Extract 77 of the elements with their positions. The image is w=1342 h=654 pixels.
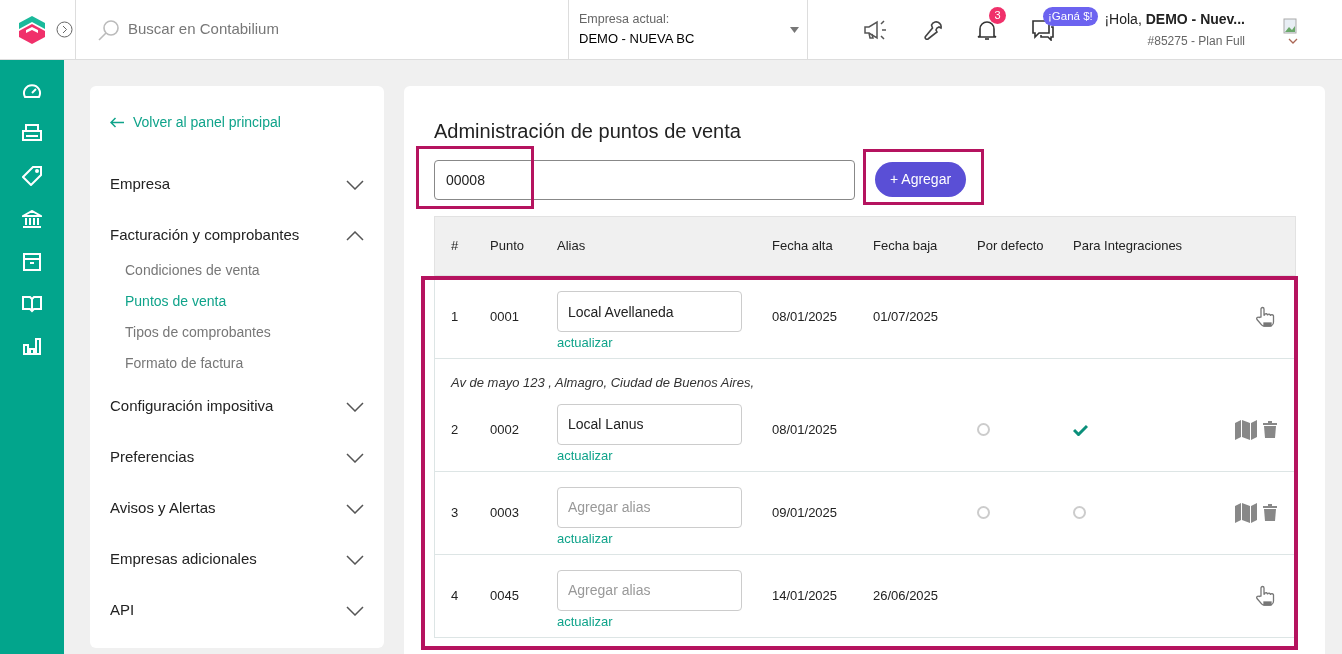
table-cell-text: 01/07/2025	[873, 308, 940, 327]
column-header: Fecha baja	[873, 237, 939, 256]
add-button[interactable]: + Agregar	[875, 161, 967, 197]
wrench-icon[interactable]	[923, 19, 943, 40]
chevron-down-icon	[346, 605, 364, 616]
nav-item[interactable]: Formato de factura	[125, 348, 364, 379]
checkmark-icon[interactable]	[1073, 423, 1088, 436]
table-cell-text: 09/01/2025	[772, 503, 839, 522]
trash-icon[interactable]	[1263, 421, 1277, 438]
megaphone-icon[interactable]	[863, 18, 889, 41]
alias-field[interactable]: Local Lanus	[557, 403, 742, 445]
table-cell-text: 08/01/2025	[772, 308, 839, 327]
column-header: Alias	[557, 237, 587, 256]
table-cell-text: 2	[451, 420, 460, 439]
map-icon[interactable]	[1235, 419, 1257, 440]
company-value: DEMO - NUEVA BC	[579, 30, 695, 49]
chevron-up-icon	[346, 230, 364, 241]
table-cell-text: 0045	[490, 586, 520, 605]
printer-icon[interactable]	[22, 124, 42, 142]
trash-icon[interactable]	[1263, 504, 1277, 521]
column-header: Para Integraciones	[1073, 237, 1184, 256]
nav-section[interactable]: Configuración impositiva	[110, 381, 364, 432]
table-cell-text: 4	[451, 586, 460, 605]
nav-item[interactable]: Tipos de comprobantes	[125, 317, 364, 348]
search-icon	[98, 18, 120, 41]
radio-button[interactable]	[977, 506, 990, 519]
nav-section[interactable]: API	[110, 585, 364, 636]
chevron-down-icon	[346, 503, 364, 514]
table-cell-text: 26/06/2025	[873, 586, 940, 605]
point-number-field[interactable]: 00008	[434, 160, 855, 200]
chevron-down-icon	[346, 401, 364, 412]
hand-pointer-icon[interactable]	[1255, 584, 1275, 607]
nav-section[interactable]: Empresas adicionales	[110, 534, 364, 585]
tag-icon[interactable]	[22, 166, 42, 186]
account-plan: #85275 - Plan Full	[1147, 33, 1245, 50]
table-cell-text: 0001	[490, 308, 520, 327]
speedometer-icon[interactable]	[22, 82, 42, 100]
expand-chevron-icon[interactable]	[56, 21, 73, 38]
chevron-down-icon	[346, 452, 364, 463]
search-field[interactable]: Buscar en Contabilium	[128, 18, 528, 41]
page-title: Administración de puntos de venta	[434, 119, 742, 144]
column-header: Fecha alta	[772, 237, 834, 256]
bank-icon[interactable]	[22, 210, 42, 229]
box-icon[interactable]	[23, 253, 41, 271]
promo-badge[interactable]: ¡Ganá $!	[1043, 6, 1098, 26]
map-icon[interactable]	[1235, 502, 1257, 523]
nav-section[interactable]: Empresa	[110, 159, 364, 210]
column-header: Punto	[490, 237, 525, 256]
nav-section[interactable]: Avisos y Alertas	[110, 483, 364, 534]
alias-field[interactable]: Agregar alias	[557, 569, 742, 611]
company-label: Empresa actual:	[579, 11, 671, 29]
alias-field[interactable]: Local Avellaneda	[557, 291, 742, 333]
logo-icon[interactable]	[19, 15, 45, 44]
alias-field[interactable]: Agregar alias	[557, 486, 742, 528]
hand-pointer-icon[interactable]	[1255, 306, 1275, 328]
book-icon[interactable]	[22, 295, 42, 313]
bar-chart-icon[interactable]	[22, 337, 42, 355]
table-cell-text: 14/01/2025	[772, 586, 839, 605]
radio-button[interactable]	[977, 423, 990, 436]
table-cell-text: 3	[451, 503, 460, 522]
greeting: ¡Hola, DEMO - Nuev...	[1104, 10, 1245, 29]
address-text: Av de mayo 123 , Almagro, Ciudad de Buenos Aires,	[449, 374, 756, 392]
table-cell-text: 0003	[490, 503, 520, 522]
notification-count: 3	[989, 6, 1006, 24]
table-cell-text: 08/01/2025	[772, 420, 839, 439]
company-select[interactable]: Empresa actual: DEMO - NUEVA BC	[569, 0, 807, 60]
nav-section[interactable]: Preferencias	[110, 432, 364, 483]
column-header: #	[451, 237, 460, 256]
arrow-left-icon	[110, 117, 125, 128]
radio-button[interactable]	[1073, 506, 1086, 519]
chevron-down-icon	[346, 179, 364, 190]
column-header: Por defecto	[977, 237, 1045, 256]
dropdown-caret-icon	[790, 26, 799, 33]
table-cell-text: 1	[451, 308, 460, 327]
table-cell-text: 0002	[490, 420, 520, 439]
bell-icon[interactable]	[977, 18, 997, 41]
chevron-down-icon	[346, 554, 364, 565]
